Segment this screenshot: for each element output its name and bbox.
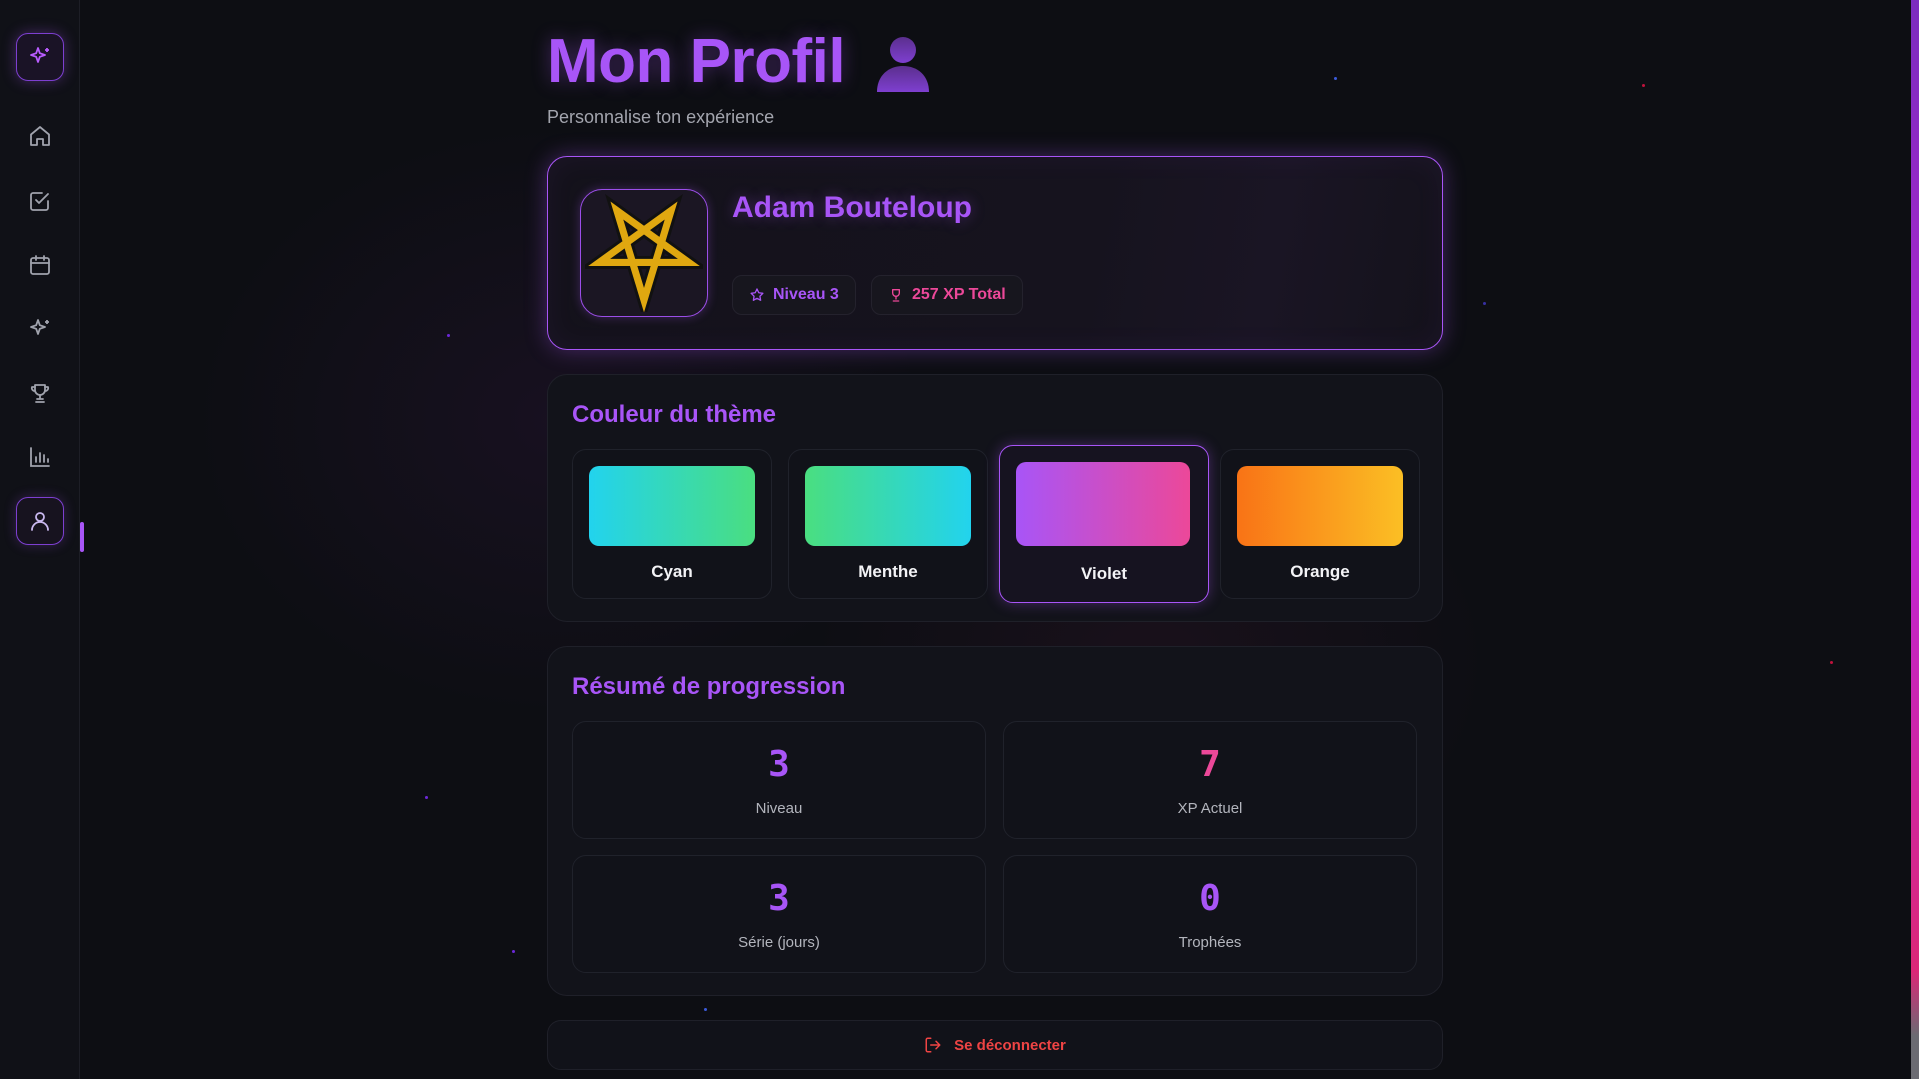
stat-value: 0 bbox=[1199, 878, 1221, 919]
sidebar-item-tasks[interactable] bbox=[16, 177, 64, 225]
sidebar-item-profile[interactable] bbox=[16, 497, 64, 545]
stat-label: Série (jours) bbox=[738, 934, 820, 951]
theme-option-cyan[interactable]: Cyan bbox=[572, 449, 772, 599]
stat-label: Niveau bbox=[755, 800, 803, 817]
stat-value: 3 bbox=[768, 744, 790, 785]
background-dot bbox=[425, 796, 428, 799]
theme-swatch-color bbox=[1016, 462, 1190, 546]
trophy-icon bbox=[892, 289, 900, 302]
theme-color-card: Couleur du thème Cyan Menthe Violet Oran… bbox=[547, 374, 1443, 622]
theme-option-orange[interactable]: Orange bbox=[1220, 449, 1420, 599]
theme-option-label: Violet bbox=[1081, 564, 1127, 583]
profile-card: Adam Bouteloup Niveau 3 257 XP Total bbox=[547, 156, 1443, 350]
stat-level: 3 Niveau bbox=[572, 721, 986, 839]
stat-label: Trophées bbox=[1178, 934, 1242, 951]
theme-option-label: Cyan bbox=[651, 562, 693, 581]
user-name: Adam Bouteloup bbox=[732, 191, 972, 224]
level-badge-label: Niveau 3 bbox=[773, 286, 839, 303]
sparkles-icon bbox=[30, 319, 49, 335]
sidebar-item-sparkles[interactable] bbox=[16, 305, 64, 353]
stat-value: 3 bbox=[768, 878, 790, 919]
active-nav-indicator bbox=[80, 522, 84, 552]
sidebar bbox=[0, 0, 80, 1079]
theme-section-title: Couleur du thème bbox=[572, 401, 777, 428]
background-dot bbox=[512, 950, 515, 953]
logout-button[interactable]: Se déconnecter bbox=[547, 1020, 1443, 1070]
pentagram-icon bbox=[585, 194, 703, 312]
calendar-icon bbox=[30, 255, 50, 275]
progress-section-title: Résumé de progression bbox=[572, 673, 846, 700]
background-dot bbox=[1334, 77, 1337, 80]
bar-chart-icon bbox=[30, 447, 50, 467]
sidebar-item-trophies[interactable] bbox=[16, 369, 64, 417]
trophy-icon bbox=[30, 384, 50, 403]
theme-option-menthe[interactable]: Menthe bbox=[788, 449, 988, 599]
theme-swatch-color bbox=[1237, 466, 1403, 546]
user-silhouette-icon bbox=[877, 37, 929, 92]
stat-trophies: 0 Trophées bbox=[1003, 855, 1417, 973]
star-icon bbox=[750, 288, 764, 301]
xp-badge: 257 XP Total bbox=[871, 275, 1023, 315]
sidebar-item-home[interactable] bbox=[16, 112, 64, 160]
theme-option-label: Menthe bbox=[858, 562, 918, 581]
sidebar-item-stats[interactable] bbox=[16, 433, 64, 481]
check-square-icon bbox=[30, 192, 49, 211]
theme-option-violet[interactable]: Violet bbox=[999, 445, 1209, 603]
scrollbar[interactable] bbox=[1911, 0, 1919, 1079]
background-dot bbox=[447, 334, 450, 337]
page-subtitle: Personnalise ton expérience bbox=[547, 107, 775, 127]
home-icon bbox=[30, 126, 50, 146]
background-dot bbox=[1830, 661, 1833, 664]
sidebar-item-calendar[interactable] bbox=[16, 241, 64, 289]
sparkles-icon bbox=[30, 47, 49, 63]
stat-label: XP Actuel bbox=[1177, 800, 1243, 817]
logout-icon bbox=[925, 1037, 941, 1053]
user-icon bbox=[31, 512, 49, 531]
logo-button[interactable] bbox=[16, 33, 64, 81]
stat-current-xp: 7 XP Actuel bbox=[1003, 721, 1417, 839]
avatar[interactable] bbox=[580, 189, 708, 317]
theme-swatch-color bbox=[805, 466, 971, 546]
background-dot bbox=[1642, 84, 1645, 87]
background-dot bbox=[1483, 302, 1486, 305]
stat-streak: 3 Série (jours) bbox=[572, 855, 986, 973]
progress-summary-card: Résumé de progression 3 Niveau 7 XP Actu… bbox=[547, 646, 1443, 996]
background-dot bbox=[704, 1008, 707, 1011]
xp-badge-label: 257 XP Total bbox=[912, 286, 1006, 303]
theme-option-label: Orange bbox=[1290, 562, 1350, 581]
stat-value: 7 bbox=[1199, 744, 1221, 785]
page-title: Mon Profil bbox=[547, 27, 846, 96]
theme-swatch-color bbox=[589, 466, 755, 546]
level-badge: Niveau 3 bbox=[732, 275, 856, 315]
logout-label: Se déconnecter bbox=[954, 1036, 1066, 1054]
